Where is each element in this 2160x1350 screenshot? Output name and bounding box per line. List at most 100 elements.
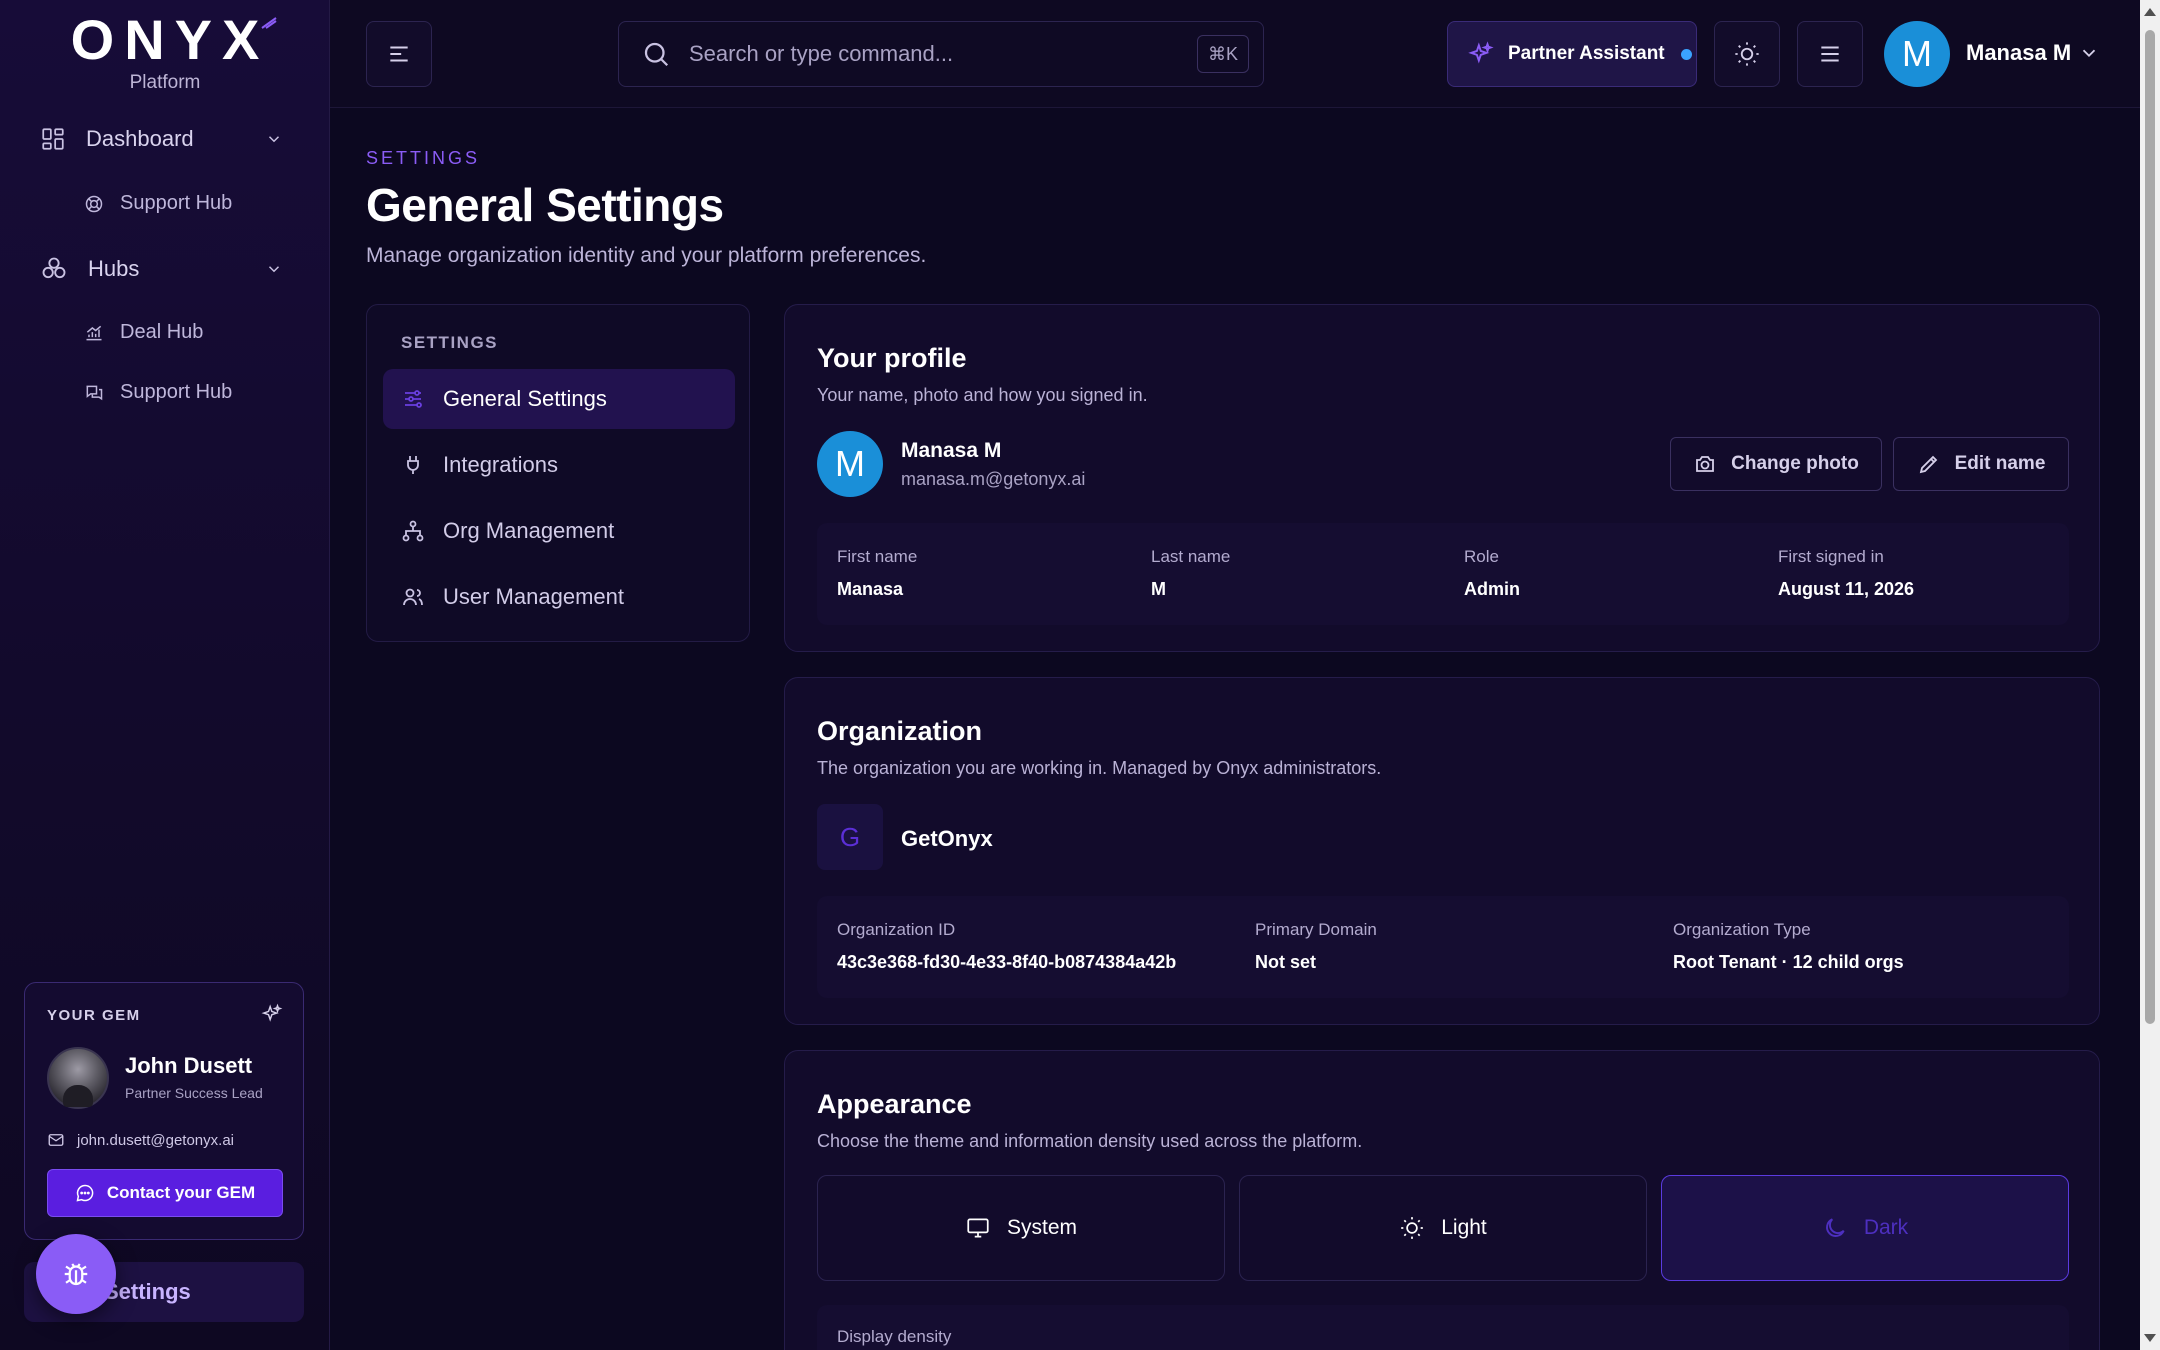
monitor-icon xyxy=(967,1218,989,1238)
scrollbar-thumb[interactable] xyxy=(2145,30,2155,1024)
org-tree-icon xyxy=(402,520,424,542)
lifebuoy-icon xyxy=(85,195,103,212)
sidebar-item-hubs[interactable]: Hubs xyxy=(40,255,280,283)
last-name-label: Last name xyxy=(1151,547,1231,566)
organization-card: Organization The organization you are wo… xyxy=(784,677,2100,1025)
theme-option-dark[interactable]: Dark xyxy=(1661,1175,2069,1281)
chart-up-icon xyxy=(86,325,102,340)
chevron-down-icon[interactable] xyxy=(265,130,283,148)
profile-details: First name Manasa Last name M Role Admin… xyxy=(817,523,2069,625)
camera-icon xyxy=(1696,456,1715,472)
first-signed-in-label: First signed in xyxy=(1778,547,1884,566)
sidebar-item-label: Dashboard xyxy=(86,126,194,151)
first-name-label: First name xyxy=(837,547,918,566)
user-name[interactable]: Manasa M xyxy=(1966,40,2071,66)
bug-report-button[interactable] xyxy=(36,1234,116,1314)
page-scrollbar[interactable] xyxy=(2140,0,2160,1350)
scroll-down-arrow[interactable] xyxy=(2144,1334,2156,1342)
sliders-icon xyxy=(405,390,422,408)
appearance-card: Appearance Choose the theme and informat… xyxy=(784,1050,2100,1350)
users-icon xyxy=(403,588,423,606)
mail-icon xyxy=(48,1134,64,1146)
role-value: Admin xyxy=(1464,579,1520,599)
primary-domain-label: Primary Domain xyxy=(1255,920,1377,939)
theme-option-label: System xyxy=(1006,1216,1077,1239)
sidebar-item-dashboard[interactable]: Dashboard xyxy=(40,126,280,152)
last-name-value: M xyxy=(1151,579,1166,599)
gem-role: Partner Success Lead xyxy=(125,1085,263,1101)
profile-name: Manasa M xyxy=(901,439,1002,462)
contact-gem-button[interactable]: Contact your GEM xyxy=(47,1169,283,1217)
search-input[interactable]: Search or type command... ⌘K xyxy=(618,21,1264,87)
settings-menu-item-integrations[interactable]: Integrations xyxy=(383,435,735,495)
organization-logo: G xyxy=(817,804,883,870)
settings-menu-item-org-management[interactable]: Org Management xyxy=(383,501,735,561)
role-label: Role xyxy=(1464,547,1499,566)
sidebar-item-label: Settings xyxy=(104,1279,191,1304)
sidebar-item-deal-hub[interactable]: Deal Hub xyxy=(84,321,203,344)
pencil-icon xyxy=(1919,455,1937,474)
change-photo-button[interactable]: Change photo xyxy=(1670,437,1882,491)
display-density-panel[interactable]: Display density xyxy=(817,1305,2069,1350)
page-title: General Settings xyxy=(366,179,724,231)
settings-menu-item-general[interactable]: General Settings xyxy=(383,369,735,429)
sidebar-item-label: Hubs xyxy=(88,256,140,281)
organization-details: Organization ID 43c3e368-fd30-4e33-8f40-… xyxy=(817,896,2069,998)
gem-title: YOUR GEM xyxy=(47,1007,141,1024)
gem-email[interactable]: john.dusett@getonyx.ai xyxy=(47,1131,234,1149)
first-name-value: Manasa xyxy=(837,579,904,599)
settings-menu-label: General Settings xyxy=(443,386,607,411)
chevron-down-icon[interactable] xyxy=(2078,42,2100,64)
partner-assistant-button[interactable]: Partner Assistant xyxy=(1447,21,1697,87)
gem-name: John Dusett xyxy=(125,1053,253,1078)
page-eyebrow: SETTINGS xyxy=(366,148,481,168)
appearance-description: Choose the theme and information density… xyxy=(817,1131,1363,1151)
change-photo-label: Change photo xyxy=(1731,453,1859,474)
contact-gem-label: Contact your GEM xyxy=(106,1183,256,1202)
user-avatar[interactable]: M xyxy=(1884,21,1950,87)
sidebar-item-support-hub-2[interactable]: Support Hub xyxy=(84,381,232,404)
hubs-cluster-icon xyxy=(42,257,66,279)
chevron-down-icon[interactable] xyxy=(265,260,283,278)
settings-menu: SETTINGS General Settings Integrations O… xyxy=(366,304,750,642)
sun-icon xyxy=(1735,42,1759,66)
theme-option-light[interactable]: Light xyxy=(1239,1175,1647,1281)
menu-button[interactable] xyxy=(1797,21,1863,87)
sidebar-item-label: Deal Hub xyxy=(120,321,204,343)
primary-domain-value: Not set xyxy=(1255,952,1317,972)
sidebar-toggle-button[interactable] xyxy=(366,21,432,87)
organization-description: The organization you are working in. Man… xyxy=(817,758,1382,778)
organization-name: GetOnyx xyxy=(901,826,993,851)
sidebar-item-label: Support Hub xyxy=(120,381,233,403)
scroll-up-arrow[interactable] xyxy=(2144,8,2156,16)
organization-title: Organization xyxy=(817,716,983,746)
brand[interactable]: ONYX Platform xyxy=(0,10,330,94)
plug-icon xyxy=(407,456,419,474)
profile-email: manasa.m@getonyx.ai xyxy=(901,469,1086,489)
sparkle-icon xyxy=(261,1003,283,1022)
sidebar-item-support-hub[interactable]: Support Hub xyxy=(84,192,232,215)
gem-email-text: john.dusett@getonyx.ai xyxy=(77,1131,234,1149)
organization-type-value: Root Tenant · 12 child orgs xyxy=(1673,952,1904,972)
gem-card: YOUR GEM John Dusett Partner Success Lea… xyxy=(24,982,304,1240)
theme-option-system[interactable]: System xyxy=(817,1175,1225,1281)
bug-icon xyxy=(64,1263,88,1286)
theme-option-label: Dark xyxy=(1863,1216,1909,1239)
appearance-title: Appearance xyxy=(817,1089,972,1119)
status-dot xyxy=(1680,48,1692,60)
profile-card: Your profile Your name, photo and how yo… xyxy=(784,304,2100,652)
sidebar: ONYX Platform Dashboard Support Hub Hubs… xyxy=(0,0,330,1350)
sidebar-item-label: Support Hub xyxy=(120,192,233,214)
brand-subtitle: Platform xyxy=(129,72,201,93)
search-icon xyxy=(644,42,669,67)
settings-menu-item-user-management[interactable]: User Management xyxy=(383,567,735,627)
sun-icon xyxy=(1401,1217,1424,1239)
edit-name-label: Edit name xyxy=(1954,453,2046,474)
page-subtitle: Manage organization identity and your pl… xyxy=(366,244,927,267)
sparkle-icon xyxy=(1468,41,1494,64)
theme-toggle-button[interactable] xyxy=(1714,21,1780,87)
edit-name-button[interactable]: Edit name xyxy=(1893,437,2069,491)
organization-id-label: Organization ID xyxy=(837,920,956,939)
gem-avatar xyxy=(47,1047,109,1109)
dashboard-grid-icon xyxy=(42,128,64,150)
